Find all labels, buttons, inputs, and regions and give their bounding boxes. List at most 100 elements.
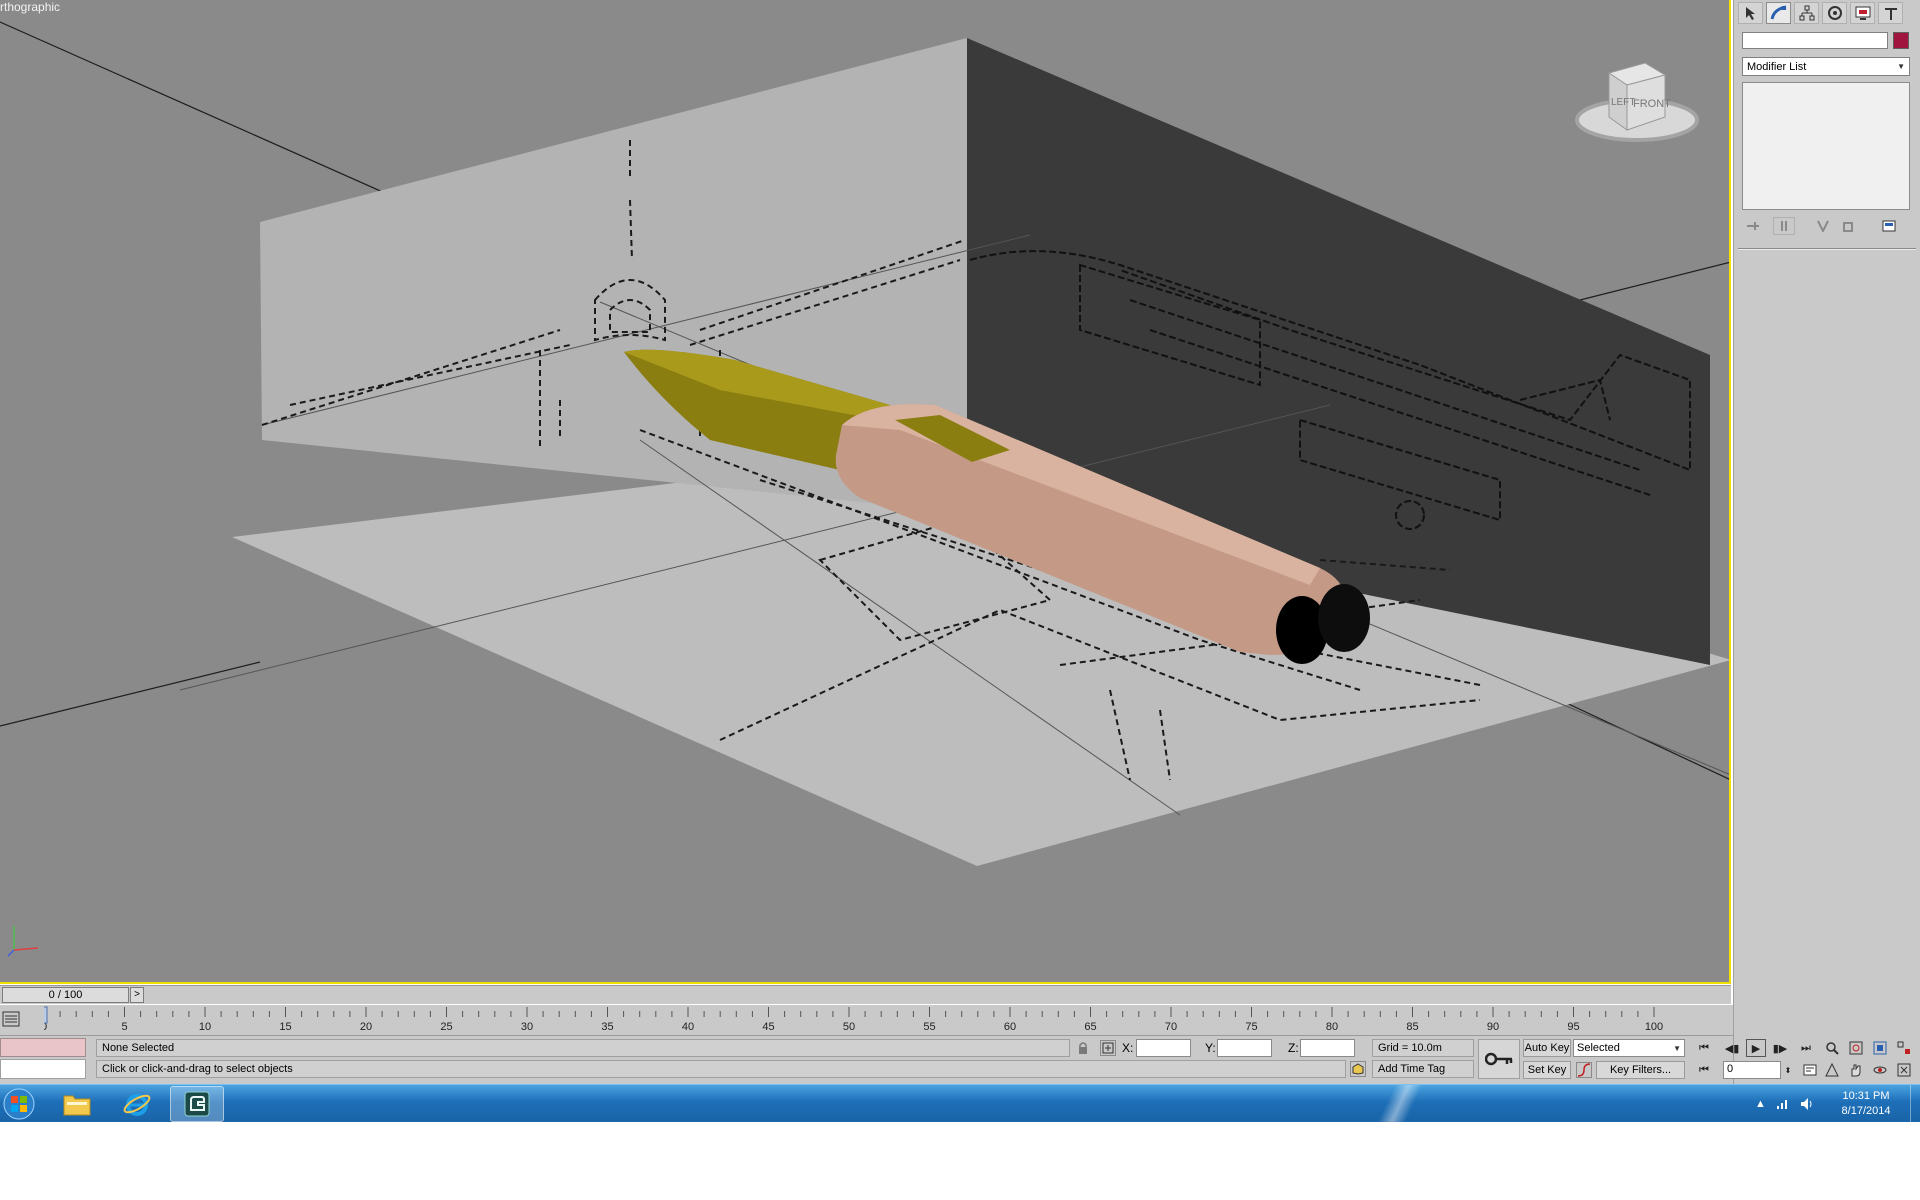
orbit-icon [1873, 1066, 1887, 1074]
ruler-tick-label: 90 [1487, 1021, 1499, 1033]
make-unique-button[interactable] [1812, 217, 1834, 235]
display-icon [1855, 6, 1870, 20]
auto-key-button[interactable]: Auto Key [1523, 1039, 1571, 1057]
object-color-swatch[interactable] [1893, 32, 1909, 49]
default-in-out-tangent-button[interactable] [1576, 1062, 1592, 1078]
modifier-list-dropdown[interactable]: Modifier List ▼ [1742, 57, 1910, 76]
key-mode-dropdown[interactable]: Selected ▼ [1573, 1039, 1685, 1057]
zoom-extents-all-button[interactable] [1894, 1039, 1914, 1057]
taskbar-explorer[interactable] [50, 1086, 104, 1122]
configure-icon [1882, 220, 1896, 232]
zoom-extents-all-icon [1897, 1041, 1910, 1054]
pan-view-button[interactable] [1846, 1061, 1866, 1079]
taskbar-clock[interactable]: 10:31 PM 8/17/2014 [1826, 1089, 1906, 1119]
ruler-tick-label: 5 [121, 1021, 127, 1033]
trackbar-ruler[interactable]: 0510152025303540455055606570758085909510… [44, 1005, 1699, 1035]
y-coord-field[interactable] [1217, 1039, 1272, 1057]
zoom-extents-button[interactable] [1870, 1039, 1890, 1057]
time-slider-thumb[interactable]: 0 / 100 [2, 987, 129, 1003]
modify-tab[interactable] [1766, 2, 1791, 24]
z-coord-field[interactable] [1300, 1039, 1355, 1057]
modifier-stack[interactable] [1742, 82, 1910, 210]
utilities-tab[interactable] [1878, 2, 1903, 24]
absolute-mode-transform-toggle[interactable] [1100, 1040, 1116, 1056]
time-config-icon [1803, 1064, 1817, 1076]
current-frame-field[interactable]: 0 [1723, 1061, 1781, 1079]
next-frame-control-button[interactable]: ▮▶ [1770, 1039, 1790, 1057]
ruler-tick-label: 25 [440, 1021, 452, 1033]
time-slider[interactable]: 0 / 100 > [0, 985, 1731, 1004]
windows-taskbar: ▲ 10:31 PM 8/17/2014 [0, 1084, 1920, 1123]
open-mini-curve-editor-icon[interactable] [2, 1011, 20, 1027]
command-panel: Modifier List ▼ [1733, 0, 1920, 1084]
set-key-button[interactable]: Set Key [1523, 1061, 1571, 1079]
remove-modifier-button[interactable] [1837, 217, 1859, 235]
hand-icon [1851, 1064, 1861, 1077]
ie-icon [123, 1094, 151, 1116]
play-button[interactable]: ▶ [1746, 1039, 1766, 1057]
ruler-tick-label: 20 [360, 1021, 372, 1033]
zoom-extents-icon [1873, 1041, 1887, 1055]
frame-spinner[interactable]: ⬍ [1782, 1061, 1794, 1079]
maxscript-listener-input[interactable] [0, 1038, 86, 1057]
viewcube-left-face[interactable]: LEFT [1611, 97, 1635, 108]
app-window: rthographic LEFT FRONT Modifier List ▼ 0… [0, 0, 1920, 1200]
network-icon[interactable] [1776, 1098, 1790, 1110]
taskbar-3ds-max[interactable] [170, 1086, 224, 1122]
display-tab[interactable] [1850, 2, 1875, 24]
ruler-tick-label: 40 [682, 1021, 694, 1033]
perspective-viewport[interactable]: rthographic LEFT FRONT [0, 0, 1731, 984]
play-icon: ▶ [1751, 1042, 1761, 1055]
start-button[interactable] [0, 1085, 38, 1123]
time-marker[interactable] [44, 1006, 48, 1024]
field-of-view-button[interactable] [1822, 1061, 1842, 1079]
zoom-button[interactable] [1822, 1039, 1842, 1057]
windows-logo-icon [3, 1088, 35, 1120]
ruler-tick-label: 100 [1645, 1021, 1663, 1033]
time-configuration-button[interactable] [1800, 1061, 1820, 1079]
previous-frame-icon: ◀▮ [1724, 1042, 1740, 1055]
hierarchy-tab[interactable] [1794, 2, 1819, 24]
scene-canvas[interactable] [0, 0, 1731, 984]
viewcube[interactable]: LEFT FRONT [1575, 55, 1700, 155]
zoom-all-icon [1849, 1041, 1863, 1055]
zoom-all-button[interactable] [1846, 1039, 1866, 1057]
orbit-button[interactable] [1870, 1061, 1890, 1079]
viewport-label[interactable]: rthographic [0, 0, 60, 14]
go-to-start-button[interactable]: ⏮ [1694, 1039, 1714, 1057]
show-desktop-button[interactable] [1910, 1085, 1920, 1123]
go-to-end-button[interactable]: ⏭ [1796, 1039, 1816, 1057]
key-filters-button[interactable]: Key Filters... [1596, 1061, 1685, 1079]
pin-stack-button[interactable] [1742, 217, 1764, 235]
motion-tab[interactable] [1822, 2, 1847, 24]
show-hidden-icons-button[interactable]: ▲ [1755, 1098, 1766, 1110]
key-mode-toggle[interactable]: ⏮ [1694, 1061, 1714, 1079]
show-end-result-button[interactable] [1773, 217, 1795, 235]
time-tag-icon[interactable] [1350, 1061, 1366, 1077]
next-frame-button[interactable]: > [130, 987, 144, 1003]
previous-frame-button[interactable]: ◀▮ [1722, 1039, 1742, 1057]
y-coord-label: Y: [1205, 1041, 1216, 1055]
create-tab[interactable] [1738, 2, 1763, 24]
ruler-tick-label: 75 [1245, 1021, 1257, 1033]
maximize-viewport-button[interactable] [1894, 1061, 1914, 1079]
ruler-tick-label: 80 [1326, 1021, 1338, 1033]
maxscript-output[interactable] [0, 1059, 86, 1079]
viewcube-front-face[interactable]: FRONT [1633, 98, 1671, 110]
configure-modifier-sets-button[interactable] [1878, 217, 1900, 235]
taskbar-internet-explorer[interactable] [110, 1086, 164, 1122]
lock-icon [1079, 1042, 1087, 1054]
set-keys-button[interactable] [1478, 1039, 1520, 1079]
trash-icon [1843, 222, 1853, 232]
object-name-field[interactable] [1742, 32, 1888, 49]
selection-lock-toggle[interactable] [1075, 1040, 1091, 1056]
trackbar[interactable]: 0510152025303540455055606570758085909510… [0, 1005, 1733, 1035]
modify-icon [1770, 5, 1786, 20]
x-coord-field[interactable] [1136, 1039, 1191, 1057]
add-time-tag-button[interactable]: Add Time Tag [1372, 1060, 1474, 1078]
ruler-tick-label: 85 [1406, 1021, 1418, 1033]
ruler-tick-label: 70 [1165, 1021, 1177, 1033]
volume-icon[interactable] [1800, 1097, 1814, 1111]
ruler-tick-label: 10 [199, 1021, 211, 1033]
taskbar-glare [1340, 1085, 1460, 1123]
